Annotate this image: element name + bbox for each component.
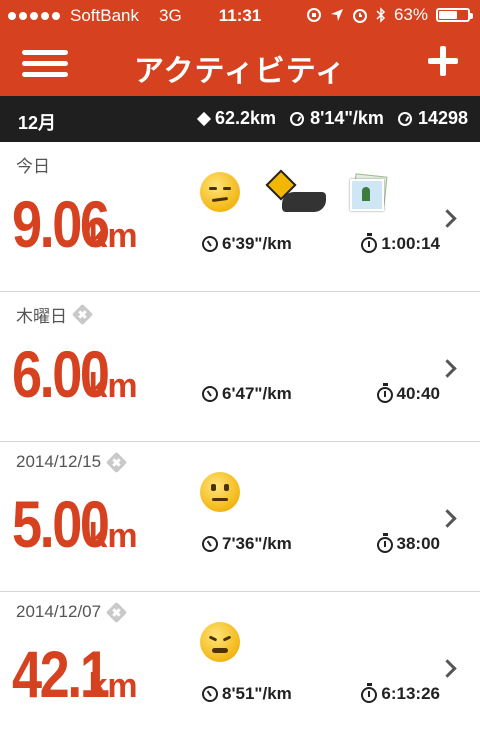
stopwatch-icon [361, 683, 378, 703]
stopwatch-icon [361, 233, 378, 253]
activity-date-label: 今日 [16, 157, 50, 176]
signal-strength-icon [8, 12, 60, 20]
activity-distance: 5.00km [12, 486, 138, 562]
photo-icon [350, 173, 388, 211]
activity-duration: 6:13:26 [361, 683, 440, 704]
activity-distance: 6.00km [12, 336, 138, 412]
activity-duration-value: 40:40 [396, 384, 440, 403]
summary-distance: 62.2km [196, 108, 277, 129]
steps-icon [397, 111, 412, 126]
activity-pace: 7'36"/km [202, 534, 292, 554]
activity-distance: 9.06km [12, 186, 138, 262]
activity-pace-value: 8'51"/km [222, 684, 292, 703]
summary-steps-value: 14298 [417, 108, 468, 128]
activity-date: 今日 [16, 152, 50, 177]
activity-duration: 40:40 [376, 383, 440, 404]
add-activity-button[interactable] [428, 46, 458, 76]
add-tag-icon[interactable] [105, 451, 128, 473]
activity-pace-value: 7'36"/km [222, 534, 292, 553]
monthly-summary-bar: 12月 62.2km 8'14"/km 14298 [0, 96, 480, 142]
chevron-right-icon [438, 209, 457, 228]
activity-list: 今日 9.06km 6'39"/km 1:00:14 木曜日 6.00km 6'… [0, 142, 480, 742]
neutral-face-icon [200, 472, 240, 512]
chevron-right-icon [438, 359, 457, 378]
meh-face-icon [200, 172, 240, 212]
activity-distance-value: 42.1 [12, 637, 110, 711]
activity-duration-value: 6:13:26 [381, 684, 440, 703]
add-tag-icon[interactable] [71, 303, 94, 326]
activity-duration: 1:00:14 [361, 233, 440, 254]
pace-gauge-icon [202, 686, 218, 702]
activity-tags [200, 622, 240, 662]
activity-distance: 42.1km [12, 636, 138, 712]
activity-date-label: 木曜日 [16, 307, 67, 326]
pace-gauge-icon [202, 386, 218, 402]
tired-face-icon [200, 622, 240, 662]
summary-distance-value: 62.2km [215, 108, 277, 128]
navigation-bar: アクティビティ [0, 32, 480, 96]
activity-distance-value: 6.00 [12, 337, 110, 411]
activity-date: 2014/12/15 [16, 451, 128, 473]
activity-date: 木曜日 [16, 302, 94, 327]
activity-pace: 6'39"/km [202, 234, 292, 254]
activity-duration: 38:00 [376, 533, 440, 554]
pace-gauge-icon [290, 111, 305, 126]
activity-row[interactable]: 2014/12/15 5.00km 7'36"/km 38:00 [0, 442, 480, 592]
activity-row[interactable]: 木曜日 6.00km 6'47"/km 40:40 [0, 292, 480, 442]
activity-tags [200, 472, 240, 512]
activity-pace-value: 6'47"/km [222, 384, 292, 403]
alarm-icon [352, 9, 367, 23]
activity-pace: 6'47"/km [202, 384, 292, 404]
distance-diamond-icon [196, 111, 212, 126]
summary-pace-value: 8'14"/km [310, 108, 384, 128]
status-bar: SoftBank 3G 11:31 63% [0, 0, 480, 32]
activity-duration-value: 1:00:14 [381, 234, 440, 253]
chevron-right-icon [438, 509, 457, 528]
activity-date-label: 2014/12/07 [16, 602, 102, 621]
activity-pace: 8'51"/km [202, 684, 292, 704]
summary-pace: 8'14"/km [290, 108, 384, 129]
page-title: アクティビティ [134, 55, 346, 88]
add-tag-icon[interactable] [105, 601, 128, 623]
location-arrow-icon [330, 9, 343, 21]
activity-duration-value: 38:00 [396, 534, 440, 553]
pace-gauge-icon [202, 536, 218, 552]
activity-pace-value: 6'39"/km [222, 234, 292, 253]
activity-distance-value: 5.00 [12, 487, 110, 561]
road-terrain-icon [264, 169, 326, 212]
header: SoftBank 3G 11:31 63% アクティビティ [0, 0, 480, 96]
activity-date-label: 2014/12/15 [16, 452, 102, 471]
summary-steps: 14298 [397, 108, 468, 129]
chevron-right-icon [438, 659, 457, 678]
activity-distance-value: 9.06 [12, 187, 110, 261]
activity-row[interactable]: 今日 9.06km 6'39"/km 1:00:14 [0, 142, 480, 292]
activity-tags [200, 169, 388, 212]
battery-percent: 63% [393, 5, 428, 24]
pace-gauge-icon [202, 236, 218, 252]
battery-icon [436, 8, 473, 22]
bluetooth-icon [376, 7, 386, 23]
rotation-lock-icon [306, 8, 321, 22]
activity-date: 2014/12/07 [16, 601, 128, 623]
summary-month: 12月 [18, 113, 57, 133]
stopwatch-icon [376, 383, 393, 403]
stopwatch-icon [376, 533, 393, 553]
carrier-name: SoftBank [70, 6, 139, 25]
network-type: 3G [159, 6, 182, 25]
